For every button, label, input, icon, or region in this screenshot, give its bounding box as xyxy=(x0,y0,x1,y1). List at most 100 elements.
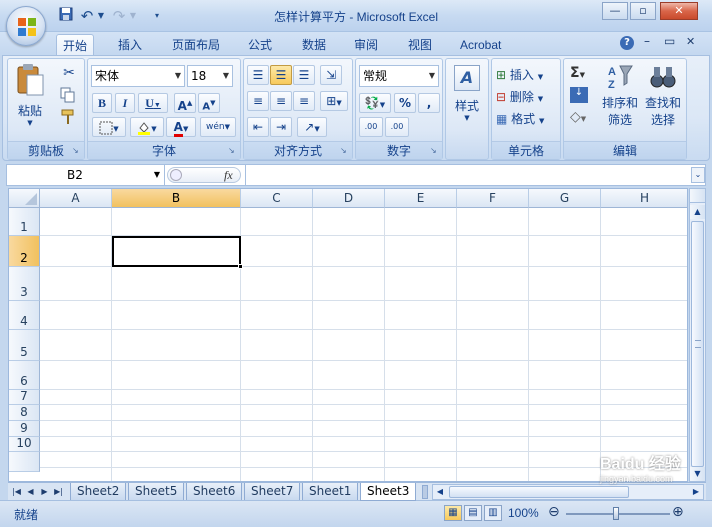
column-header-g[interactable]: G xyxy=(529,189,601,208)
scroll-left-button[interactable]: ◀ xyxy=(433,485,447,499)
percent-style-button[interactable]: % xyxy=(394,93,416,113)
number-launcher-icon[interactable]: ↘ xyxy=(430,146,440,156)
zoom-in-button[interactable]: ⊕ xyxy=(672,504,684,520)
increase-decimal-button[interactable]: .00 xyxy=(359,117,383,137)
italic-button[interactable]: I xyxy=(115,93,135,113)
prev-sheet-icon[interactable]: ◀ xyxy=(24,484,37,499)
help-icon[interactable]: ? xyxy=(620,36,634,50)
tab-formulas[interactable]: 公式 xyxy=(242,34,278,56)
paste-button[interactable]: 粘贴 ▼ xyxy=(12,63,48,133)
column-header-c[interactable]: C xyxy=(241,189,313,208)
increase-indent-button[interactable]: ⇥ xyxy=(270,117,292,137)
sheet-tab-sheet1[interactable]: Sheet1 xyxy=(302,483,359,501)
insert-cells-button[interactable]: ⊞ 插入 ▼ xyxy=(496,65,543,85)
font-color-button[interactable]: A▼ xyxy=(166,117,196,137)
row-header-3[interactable]: 3 xyxy=(9,267,40,301)
decrease-indent-button[interactable]: ⇤ xyxy=(247,117,269,137)
first-sheet-icon[interactable]: |◀ xyxy=(10,484,23,499)
office-button[interactable] xyxy=(6,6,46,46)
undo-icon[interactable]: ↶ xyxy=(78,7,96,25)
vertical-scroll-thumb[interactable] xyxy=(691,221,704,467)
workbook-close-button[interactable]: ✕ xyxy=(686,35,700,48)
copy-icon[interactable] xyxy=(60,87,78,105)
comma-style-button[interactable]: , xyxy=(418,93,440,113)
expand-handle-icon[interactable] xyxy=(170,169,182,181)
tab-page-layout[interactable]: 页面布局 xyxy=(166,34,226,56)
align-right-button[interactable]: ≡ xyxy=(293,91,315,111)
alignment-launcher-icon[interactable]: ↘ xyxy=(340,146,350,156)
styles-button[interactable]: A 样式 ▼ xyxy=(450,65,484,135)
workbook-restore-button[interactable]: ▭ xyxy=(664,34,678,48)
tab-review[interactable]: 审阅 xyxy=(348,34,384,56)
horizontal-scroll-thumb[interactable] xyxy=(449,486,629,498)
zoom-slider-thumb[interactable] xyxy=(613,507,619,520)
column-header-f[interactable]: F xyxy=(457,189,529,208)
workbook-minimize-button[interactable]: – xyxy=(644,34,658,48)
align-left-button[interactable]: ≡ xyxy=(247,91,269,111)
cut-icon[interactable]: ✂ xyxy=(60,65,78,83)
borders-button[interactable]: ▼ xyxy=(92,117,126,137)
select-all-corner[interactable] xyxy=(9,189,40,208)
vertical-scrollbar[interactable]: ▲ ▼ xyxy=(689,188,706,482)
font-launcher-icon[interactable]: ↘ xyxy=(228,146,238,156)
column-header-b[interactable]: B xyxy=(112,189,241,208)
accounting-format-button[interactable]: 💱▼ xyxy=(359,93,391,113)
column-header-e[interactable]: E xyxy=(385,189,457,208)
row-header-8[interactable]: 8 xyxy=(9,405,40,421)
clear-icon[interactable]: ◇▼ xyxy=(570,109,586,125)
number-format-select[interactable]: 常规 ▼ xyxy=(359,65,439,87)
decrease-decimal-button[interactable]: .00 xyxy=(385,117,409,137)
save-icon[interactable] xyxy=(58,7,74,25)
page-break-view-icon[interactable]: ▥ xyxy=(484,505,502,521)
formula-input[interactable] xyxy=(245,165,689,185)
sheet-tab-sheet5[interactable]: Sheet5 xyxy=(128,483,185,501)
tab-acrobat[interactable]: Acrobat xyxy=(454,34,507,56)
sheet-tab-sheet6[interactable]: Sheet6 xyxy=(186,483,243,501)
page-layout-view-icon[interactable]: ▤ xyxy=(464,505,482,521)
format-painter-icon[interactable] xyxy=(60,109,78,127)
phonetic-button[interactable]: wén▼ xyxy=(200,117,236,137)
tab-view[interactable]: 视图 xyxy=(402,34,438,56)
column-header-a[interactable]: A xyxy=(40,189,112,208)
row-header-partial[interactable] xyxy=(9,452,40,472)
merge-center-button[interactable]: ⊞▼ xyxy=(320,91,348,111)
find-select-button[interactable]: 查找和 选择 xyxy=(642,63,684,128)
scroll-right-button[interactable]: ▶ xyxy=(689,485,703,499)
font-size-select[interactable]: 18 ▼ xyxy=(187,65,233,87)
row-header-4[interactable]: 4 xyxy=(9,301,40,330)
customize-toolbar-icon[interactable]: ▾ xyxy=(150,7,164,25)
underline-button[interactable]: U▼ xyxy=(138,93,168,113)
font-name-select[interactable]: 宋体 ▼ xyxy=(91,65,185,87)
zoom-out-button[interactable]: ⊖ xyxy=(548,504,560,520)
scroll-up-button[interactable]: ▲ xyxy=(690,205,705,219)
split-box-icon[interactable] xyxy=(690,189,705,203)
restore-button[interactable]: ▫ xyxy=(630,2,656,20)
expand-formula-bar-icon[interactable]: ⌄ xyxy=(691,167,705,183)
tab-insert[interactable]: 插入 xyxy=(112,34,148,56)
insert-function-button[interactable]: fx xyxy=(224,168,233,183)
row-header-10[interactable]: 10 xyxy=(9,436,40,452)
sheet-tab-sheet3[interactable]: Sheet3 xyxy=(360,483,417,501)
worksheet-grid[interactable]: ABCDEFGH 1 2 3 4 5 6 7 8 9 10 xyxy=(8,188,688,482)
delete-cells-button[interactable]: ⊟ 删除 ▼ xyxy=(496,87,543,107)
fill-color-button[interactable]: ▼ xyxy=(130,117,164,137)
minimize-button[interactable]: — xyxy=(602,2,628,20)
align-top-button[interactable]: ☰ xyxy=(247,65,269,85)
row-header-1[interactable]: 1 xyxy=(9,208,40,236)
horizontal-scrollbar[interactable]: ◀ ▶ xyxy=(432,484,704,500)
column-header-d[interactable]: D xyxy=(313,189,385,208)
redo-icon[interactable]: ↷ xyxy=(110,7,128,25)
sheet-tab-sheet2[interactable]: Sheet2 xyxy=(70,483,127,501)
undo-dropdown-icon[interactable]: ▼ xyxy=(96,7,106,25)
sort-filter-button[interactable]: AZ 排序和 筛选 xyxy=(600,63,640,128)
format-cells-button[interactable]: ▦ 格式 ▼ xyxy=(496,109,544,129)
zoom-level[interactable]: 100% xyxy=(508,506,539,520)
align-middle-button[interactable]: ☰ xyxy=(270,65,292,85)
redo-dropdown-icon[interactable]: ▼ xyxy=(128,7,138,25)
wrap-text-button[interactable]: ⇲ xyxy=(320,65,342,85)
tab-data[interactable]: 数据 xyxy=(296,34,332,56)
name-box[interactable]: B2 ▼ xyxy=(7,165,165,185)
next-sheet-icon[interactable]: ▶ xyxy=(38,484,51,499)
fill-handle[interactable] xyxy=(238,264,243,269)
last-sheet-icon[interactable]: ▶| xyxy=(52,484,65,499)
